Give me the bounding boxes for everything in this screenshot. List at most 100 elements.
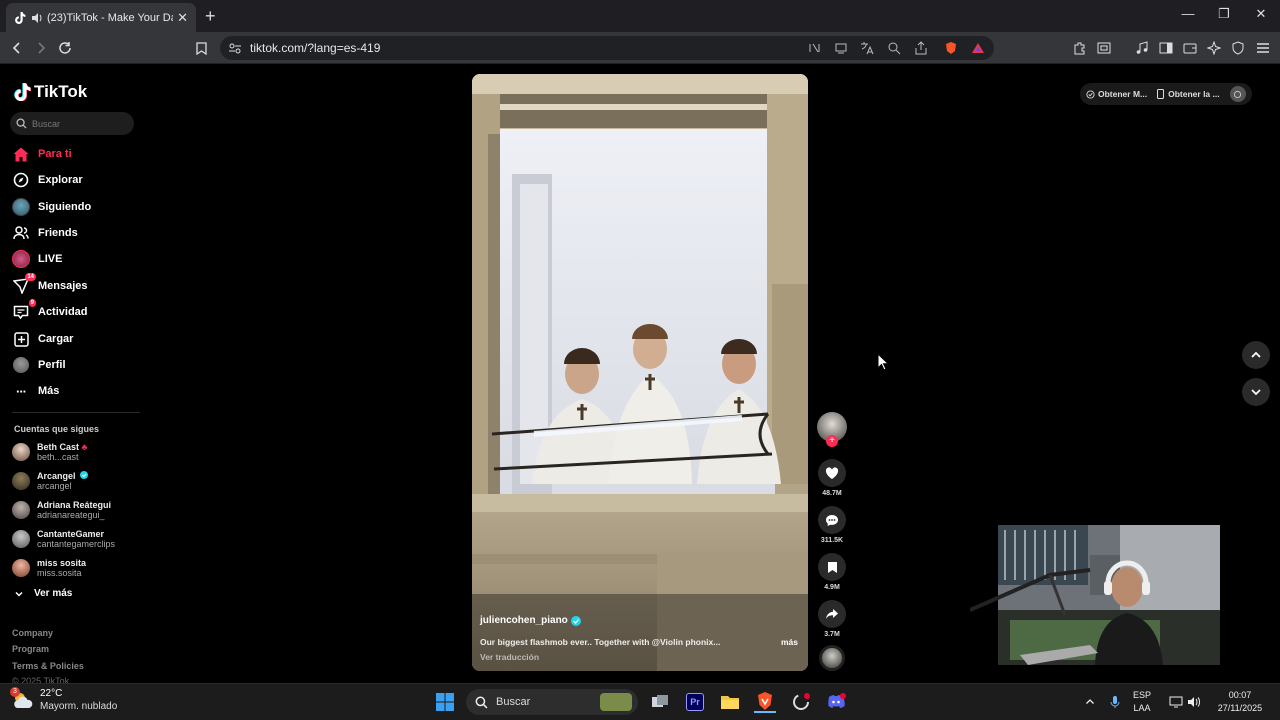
nav-mensajes[interactable]: 14 Mensajes <box>12 273 142 296</box>
search-placeholder: Buscar <box>32 118 61 129</box>
share-button[interactable]: 3.7M <box>816 600 848 638</box>
sidebar-toggle-icon[interactable] <box>1159 41 1173 55</box>
share-icon[interactable] <box>914 41 928 55</box>
close-window-icon[interactable]: ✕ <box>1251 6 1271 22</box>
nav-para-ti[interactable]: Para ti <box>12 144 142 164</box>
like-button[interactable]: 48.7M <box>816 459 848 497</box>
chevron-up-icon[interactable] <box>1079 691 1101 713</box>
footer-link-company[interactable]: Company <box>12 628 53 638</box>
back-icon[interactable] <box>8 39 26 57</box>
translate-icon[interactable] <box>860 41 874 55</box>
account-name: CantanteGamer <box>37 529 105 539</box>
screenshot-icon[interactable] <box>1097 41 1111 55</box>
pc-app-icon[interactable] <box>1229 86 1246 102</box>
get-app-button[interactable]: Obtener la ... <box>1157 89 1220 99</box>
weather-badge: 3 <box>10 686 20 697</box>
following-account[interactable]: Beth Cast ♣ beth...cast <box>12 440 142 464</box>
avatar <box>12 501 30 519</box>
file-explorer-icon[interactable] <box>719 691 741 713</box>
weather-widget[interactable]: 3 22°C Mayorm. nublado <box>10 686 117 713</box>
more-button[interactable]: más <box>781 637 798 647</box>
comment-button[interactable]: 311.5K <box>816 506 848 544</box>
brave-rewards-icon[interactable] <box>971 41 985 55</box>
reader-off-icon[interactable] <box>808 41 822 55</box>
see-more-button[interactable]: Ver más <box>14 588 72 599</box>
clock[interactable]: 00:07 27/11/2025 <box>1212 689 1268 715</box>
leo-ai-icon[interactable] <box>1206 40 1222 56</box>
video-author[interactable]: juliencohen_piano <box>480 615 581 626</box>
footer-link-program[interactable]: Program <box>12 644 49 654</box>
messages-icon: 14 <box>12 273 36 295</box>
nav-mas[interactable]: ··· Más <box>12 381 142 401</box>
music-disc-button[interactable] <box>816 645 848 671</box>
weather-cloud-icon: 3 <box>10 686 34 712</box>
new-tab-icon[interactable]: + <box>205 6 216 27</box>
previous-video-button[interactable] <box>1242 341 1270 369</box>
volume-icon[interactable] <box>1183 691 1205 713</box>
logo-text: TikTok <box>34 82 88 101</box>
author-avatar-button[interactable]: + <box>816 412 848 447</box>
nav-explorar[interactable]: Explorar <box>12 170 142 190</box>
avatar <box>12 559 30 577</box>
microphone-icon[interactable] <box>1104 691 1126 713</box>
search-input[interactable]: Buscar <box>10 112 134 135</box>
tiktok-logo[interactable]: TikTok <box>14 82 87 102</box>
site-settings-icon[interactable] <box>228 41 242 55</box>
wallet-icon[interactable] <box>1183 41 1197 55</box>
speaker-icon[interactable] <box>31 12 43 24</box>
temperature: 22°C <box>40 688 63 699</box>
music-playlist-icon[interactable] <box>1135 41 1149 55</box>
taskbar-search[interactable]: Buscar <box>466 689 638 715</box>
following-account[interactable]: Adriana Reátegui adrianareategui_ <box>12 498 142 522</box>
reload-icon[interactable] <box>56 39 74 57</box>
save-button[interactable]: 4.9M <box>816 553 848 591</box>
nav-actividad[interactable]: 9 Actividad <box>12 299 142 322</box>
video-player[interactable]: juliencohen_piano Our biggest flashmob e… <box>472 74 808 671</box>
close-tab-icon[interactable]: ✕ <box>177 10 188 26</box>
following-account[interactable]: CantanteGamer cantantegamerclips <box>12 527 142 551</box>
chevron-up-icon <box>1251 351 1261 358</box>
verified-icon <box>80 471 89 479</box>
app-icon[interactable] <box>790 691 812 713</box>
discord-icon[interactable] <box>825 691 847 713</box>
bookmark-icon[interactable] <box>192 39 210 57</box>
account-username: beth...cast <box>37 452 79 462</box>
avatar <box>12 530 30 548</box>
following-account[interactable]: Arcangel arcangel <box>12 469 142 493</box>
avatar <box>12 472 30 490</box>
see-translation-link[interactable]: Ver traducción <box>480 652 539 662</box>
more-dots-icon: ··· <box>16 383 27 399</box>
task-view-icon[interactable] <box>649 691 671 713</box>
top-right-actions: Obtener M... Obtener la ... <box>1080 83 1252 105</box>
premiere-pro-icon[interactable]: Pr <box>684 691 706 713</box>
vpn-shield-icon[interactable] <box>1231 41 1245 55</box>
following-account[interactable]: miss sosita miss.sosita <box>12 556 142 580</box>
address-bar[interactable]: tiktok.com/?lang=es-419 <box>220 36 994 60</box>
brave-shields-icon[interactable] <box>944 41 958 55</box>
maximize-icon[interactable]: ❐ <box>1214 6 1234 22</box>
nav-siguiendo[interactable]: Siguiendo <box>12 197 142 217</box>
nav-live[interactable]: LIVE <box>12 249 142 269</box>
extensions-icon[interactable] <box>1073 41 1087 55</box>
cast-icon[interactable] <box>834 41 848 55</box>
menu-icon[interactable] <box>1256 41 1270 55</box>
minimize-icon[interactable]: — <box>1178 6 1198 21</box>
follow-plus-icon[interactable]: + <box>826 435 838 447</box>
share-count: 3.7M <box>824 631 840 638</box>
input-language[interactable]: ESP LAA <box>1133 689 1151 715</box>
forward-icon[interactable] <box>32 39 50 57</box>
get-app-label: Obtener la ... <box>1168 89 1220 99</box>
windows-start-icon[interactable] <box>434 691 456 713</box>
nav-cargar[interactable]: Cargar <box>12 329 142 349</box>
next-video-button[interactable] <box>1242 378 1270 406</box>
nav-perfil[interactable]: Perfil <box>12 355 142 375</box>
zoom-icon[interactable] <box>887 41 901 55</box>
brave-browser-icon[interactable] <box>754 691 776 713</box>
following-section-title: Cuentas que sigues <box>14 424 100 434</box>
browser-tab[interactable]: (23)TikTok - Make Your Day ✕ <box>6 3 196 32</box>
nav-friends[interactable]: Friends <box>12 223 142 243</box>
get-coins-button[interactable]: Obtener M... <box>1086 89 1147 99</box>
footer-link-terms[interactable]: Terms & Policies <box>12 661 84 671</box>
account-badge: ♣ <box>81 442 88 452</box>
home-icon <box>12 145 30 163</box>
